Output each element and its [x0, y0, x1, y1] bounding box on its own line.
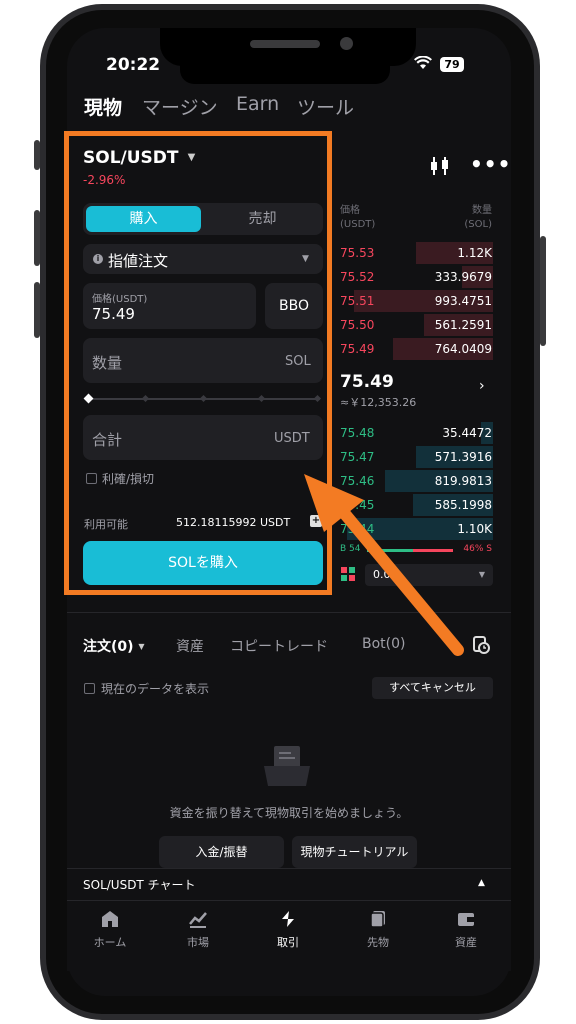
bid-qty: 571.3916	[434, 450, 492, 464]
nav-assets[interactable]: 資産	[426, 910, 506, 950]
caret-down-icon: ▼	[138, 642, 145, 651]
tab-tools[interactable]: ツール	[297, 93, 354, 120]
ask-qty: 764.0409	[434, 342, 492, 356]
highlight-box	[64, 131, 332, 595]
bid-price: 75.48	[340, 426, 375, 440]
tab-orders-label: 注文(0)	[83, 639, 134, 655]
volume-up-button	[34, 210, 40, 266]
nav-markets[interactable]: 市場	[158, 910, 238, 950]
ask-qty: 1.12K	[457, 246, 492, 260]
bid-row[interactable]: 75.47 571.3916	[339, 446, 493, 468]
candlestick-icon[interactable]	[430, 155, 450, 181]
ask-price: 75.52	[340, 270, 375, 284]
spot-tutorial-button[interactable]: 現物チュートリアル	[292, 836, 417, 868]
ask-price: 75.49	[340, 342, 375, 356]
ob-price-header-unit: (USDT)	[340, 219, 376, 230]
ask-qty: 333.9679	[434, 270, 492, 284]
deposit-transfer-button[interactable]: 入金/振替	[159, 836, 284, 868]
power-button	[540, 236, 546, 346]
bid-price: 75.47	[340, 450, 375, 464]
ob-qty-header: 数量 (SOL)	[464, 204, 492, 232]
last-price-fiat: ≈￥12,353.26	[340, 396, 417, 409]
nav-markets-label: 市場	[187, 936, 209, 949]
notch-lower	[180, 62, 390, 84]
speaker-grille	[250, 40, 320, 48]
show-current-label: 現在のデータを表示	[101, 682, 210, 696]
wallet-icon	[457, 910, 475, 928]
arrow-annotation	[300, 470, 470, 664]
nav-futures[interactable]: 先物	[338, 910, 418, 950]
ask-qty: 561.2591	[434, 318, 492, 332]
trade-icon	[279, 910, 297, 928]
nav-home[interactable]: ホーム	[70, 910, 150, 950]
bid-qty: 35.4472	[442, 426, 492, 440]
order-history-icon[interactable]	[472, 636, 490, 658]
tab-assets[interactable]: 資産	[176, 636, 204, 656]
tab-spot[interactable]: 現物	[84, 93, 122, 120]
tab-margin[interactable]: マージン	[142, 93, 218, 120]
ask-qty: 993.4751	[434, 294, 492, 308]
ask-price: 75.50	[340, 318, 375, 332]
volume-down-button	[34, 282, 40, 338]
front-camera	[340, 37, 353, 50]
empty-state-icon	[262, 744, 312, 792]
status-time: 20:22	[106, 55, 161, 75]
home-icon	[101, 910, 119, 928]
ask-row[interactable]: 75.49 764.0409	[339, 338, 493, 360]
ob-qty-header-unit: (SOL)	[464, 219, 492, 230]
ob-price-header: 価格 (USDT)	[340, 204, 375, 232]
show-current-checkbox[interactable]	[84, 683, 95, 694]
empty-message: 資金を振り替えて現物取引を始めましょう。	[169, 806, 409, 820]
ask-row[interactable]: 75.52 333.9679	[339, 266, 493, 288]
ask-row[interactable]: 75.53 1.12K	[339, 242, 493, 264]
last-price: 75.49	[340, 372, 394, 392]
futures-icon	[369, 910, 387, 928]
chevron-up-icon[interactable]: ▲	[478, 878, 485, 888]
more-icon[interactable]: •••	[470, 152, 511, 176]
chevron-right-icon[interactable]: ›	[479, 378, 485, 394]
chart-bar-label: SOL/USDT チャート	[83, 878, 196, 892]
nav-futures-label: 先物	[367, 936, 389, 949]
cancel-all-button[interactable]: すべてキャンセル	[372, 677, 493, 699]
tab-earn[interactable]: Earn	[236, 93, 279, 115]
nav-home-label: ホーム	[93, 936, 127, 949]
chart-line-icon	[189, 910, 207, 928]
battery-icon: 79	[440, 57, 464, 72]
bid-row[interactable]: 75.48 35.4472	[339, 422, 493, 444]
nav-trade-label: 取引	[277, 936, 299, 949]
ask-row[interactable]: 75.51 993.4751	[339, 290, 493, 312]
wifi-icon	[414, 55, 432, 74]
tab-orders[interactable]: 注文(0) ▼	[83, 636, 145, 656]
ask-price: 75.51	[340, 294, 375, 308]
nav-trade[interactable]: 取引	[248, 910, 328, 950]
silent-switch	[34, 140, 40, 170]
nav-assets-label: 資産	[455, 936, 477, 949]
ask-row[interactable]: 75.50 561.2591	[339, 314, 493, 336]
ob-qty-header-label: 数量	[472, 205, 492, 216]
ob-price-header-label: 価格	[340, 205, 360, 216]
caret-down-icon: ▼	[478, 570, 485, 579]
ask-price: 75.53	[340, 246, 375, 260]
